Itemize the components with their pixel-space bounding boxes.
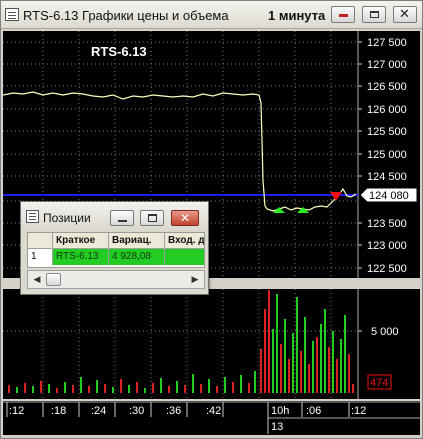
sell-marker xyxy=(330,192,342,201)
positions-close-button[interactable]: ✕ xyxy=(171,210,199,226)
horizontal-scrollbar[interactable]: ◀ ▶ xyxy=(27,270,205,289)
price-tick-label: 123 000 xyxy=(367,240,407,252)
positions-maximize-button[interactable] xyxy=(140,210,164,226)
close-button[interactable]: ✕ xyxy=(393,6,417,23)
timeframe-selector[interactable]: 1 минута xyxy=(268,8,325,23)
volume-bars xyxy=(8,290,354,393)
time-tick-label: :36 xyxy=(166,405,181,417)
scrollbar-thumb[interactable] xyxy=(46,273,61,286)
time-tick-label: :06 xyxy=(306,405,321,417)
current-price-badge: 124 080 xyxy=(359,187,418,203)
price-tick-label: 125 000 xyxy=(367,149,407,161)
time-tick-label: 10h xyxy=(271,405,289,417)
date-label: 13 xyxy=(271,421,283,433)
minimize-icon xyxy=(118,220,127,222)
positions-minimize-button[interactable] xyxy=(110,210,134,226)
price-tick-label: 124 500 xyxy=(367,171,407,183)
instrument-label: RTS-6.13 xyxy=(91,44,147,59)
maximize-button[interactable] xyxy=(362,6,386,23)
window-title: RTS-6.13 Графики цены и объема xyxy=(23,8,229,23)
price-tick-label: 126 000 xyxy=(367,104,407,116)
price-tick-label: 122 500 xyxy=(367,263,407,275)
current-volume-label: 474 xyxy=(370,377,388,389)
price-tick-label: 123 500 xyxy=(367,218,407,230)
column-header[interactable] xyxy=(28,233,53,249)
time-tick-label: :30 xyxy=(129,405,144,417)
column-header[interactable]: Вход. д xyxy=(165,233,204,249)
volume-chart[interactable]: 5 000 474 xyxy=(3,289,420,399)
price-line xyxy=(3,91,357,212)
time-tick-label: :12 xyxy=(351,405,366,417)
table-header: Краткое Вариац. Вход. д xyxy=(28,233,204,249)
current-volume-badge: 474 xyxy=(367,374,392,390)
scroll-right-icon[interactable]: ▶ xyxy=(188,273,202,286)
volume-tick-label: 5 000 xyxy=(371,326,399,338)
table-row[interactable]: 1 RTS-6.13 4 928,08 xyxy=(28,249,204,265)
price-tick-label: 125 500 xyxy=(367,126,407,138)
time-tick-label: :24 xyxy=(91,405,106,417)
price-tick-label: 127 500 xyxy=(367,37,407,49)
column-header[interactable]: Вариац. xyxy=(109,233,165,249)
row-index: 1 xyxy=(28,249,53,265)
close-icon: ✕ xyxy=(180,211,191,225)
maximize-icon xyxy=(370,11,379,18)
maximize-icon xyxy=(148,214,157,222)
price-axis: 127 500 127 000 126 500 126 000 125 500 … xyxy=(358,37,407,275)
short-name-cell: RTS-6.13 xyxy=(53,249,109,265)
positions-table[interactable]: Краткое Вариац. Вход. д 1 RTS-6.13 4 928… xyxy=(27,232,205,268)
minimize-icon xyxy=(339,14,348,17)
time-tick-label: :12 xyxy=(9,405,24,417)
column-header[interactable]: Краткое xyxy=(53,233,109,249)
price-tick-label: 127 000 xyxy=(367,59,407,71)
scroll-left-icon[interactable]: ◀ xyxy=(30,273,44,286)
current-price-label: 124 080 xyxy=(369,190,409,202)
time-tick-label: :18 xyxy=(51,405,66,417)
entry-cell xyxy=(165,249,204,265)
table-icon xyxy=(26,210,39,223)
positions-titlebar[interactable]: Позиции ✕ xyxy=(21,202,208,232)
minimize-button[interactable] xyxy=(331,6,355,23)
close-icon: ✕ xyxy=(399,7,410,22)
time-axis: :12 :18 :24 :30 :36 :42 10h :06 :12 13 xyxy=(3,401,420,435)
variation-cell: 4 928,08 xyxy=(109,249,165,265)
price-tick-label: 126 500 xyxy=(367,81,407,93)
app-icon xyxy=(5,8,19,21)
window-titlebar[interactable]: RTS-6.13 Графики цены и объема 1 минута … xyxy=(1,1,422,29)
positions-window[interactable]: Позиции ✕ Краткое Вариац. Вход. д 1 RTS-… xyxy=(20,201,209,295)
time-tick-label: :42 xyxy=(206,405,221,417)
